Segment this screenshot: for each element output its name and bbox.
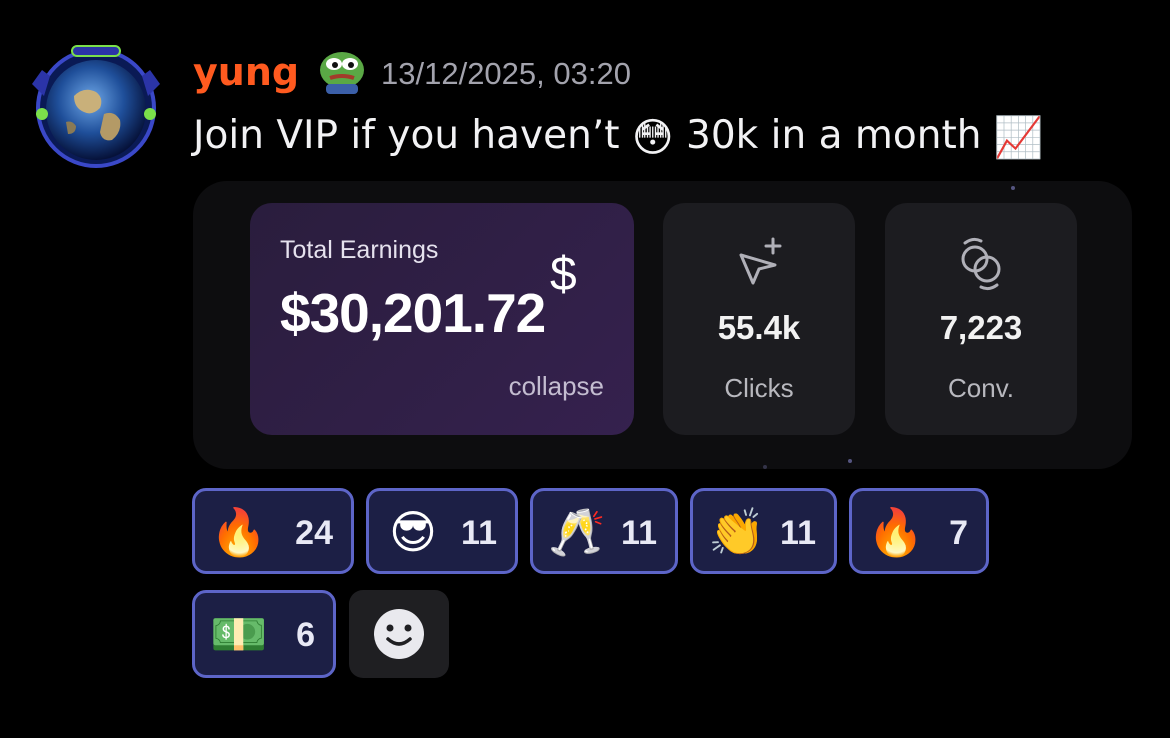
- clicks-stat-card: 55.4k Clicks: [663, 203, 855, 435]
- conversions-stat-card: 7,223 Conv.: [885, 203, 1077, 435]
- clicks-label: Clicks: [724, 373, 794, 403]
- dollar-icon: $: [550, 248, 577, 301]
- reaction-count: 6: [296, 616, 315, 654]
- earnings-amount: $30,201.72: [280, 282, 546, 344]
- message-text-part: Join VIP if you haven’t: [193, 113, 632, 158]
- smiley-add-reaction-icon: [374, 609, 424, 659]
- message-text: Join VIP if you haven’t 😳 30k in a month…: [193, 108, 1044, 166]
- earnings-title: Total Earnings: [280, 236, 439, 264]
- reaction-count: 24: [295, 514, 333, 552]
- chart-increasing-emoji: 📈: [993, 114, 1044, 161]
- collapse-label: collapse: [508, 371, 604, 401]
- cool-face-emoji-icon: 😎: [389, 505, 437, 559]
- reaction-count: 11: [780, 514, 816, 552]
- flushed-face-emoji: 😳: [631, 114, 674, 161]
- money-fire-emoji-icon: 🔥: [867, 505, 925, 559]
- earth-globe-avatar-icon: [32, 45, 160, 168]
- total-earnings-card: Total Earnings $ $30,201.72 collapse: [250, 203, 634, 435]
- star-dot: [1011, 186, 1015, 190]
- reaction-cool-face[interactable]: 😎 11: [366, 488, 518, 574]
- fire-emoji-icon: 🔥: [210, 505, 268, 559]
- reaction-money-fire[interactable]: 🔥 7: [849, 488, 989, 574]
- author-username[interactable]: yung: [193, 48, 299, 96]
- convert-rings-icon: [961, 237, 1001, 291]
- reaction-count: 11: [621, 514, 657, 552]
- message-text-part: 30k in a month: [673, 113, 994, 158]
- conversions-value: 7,223: [939, 309, 1023, 346]
- champagne-toast-emoji-icon: 🥂: [548, 505, 606, 559]
- clapping-hands-emoji-icon: 👏: [708, 505, 766, 559]
- reaction-count: 11: [461, 514, 497, 552]
- embedded-stats-image[interactable]: Total Earnings $ $30,201.72 collapse 55.…: [193, 181, 1132, 469]
- reaction-count: 7: [949, 514, 968, 552]
- cash-stack-emoji-icon: 💵: [210, 607, 268, 661]
- star-dot: [848, 459, 852, 463]
- user-avatar[interactable]: [26, 44, 166, 168]
- add-reaction-button[interactable]: [349, 590, 449, 678]
- reaction-champagne-toast[interactable]: 🥂 11: [530, 488, 678, 574]
- pepe-frog-icon: [316, 46, 370, 96]
- star-dot: [763, 465, 767, 469]
- cursor-plus-icon: [739, 237, 782, 285]
- reaction-clapping-hands[interactable]: 👏 11: [690, 488, 837, 574]
- reaction-cash-stack[interactable]: 💵 6: [192, 590, 336, 678]
- reaction-fire[interactable]: 🔥 24: [192, 488, 354, 574]
- message-timestamp: 13/12/2025, 03:20: [381, 56, 631, 91]
- clicks-value: 55.4k: [717, 309, 801, 346]
- conversions-label: Conv.: [948, 373, 1014, 403]
